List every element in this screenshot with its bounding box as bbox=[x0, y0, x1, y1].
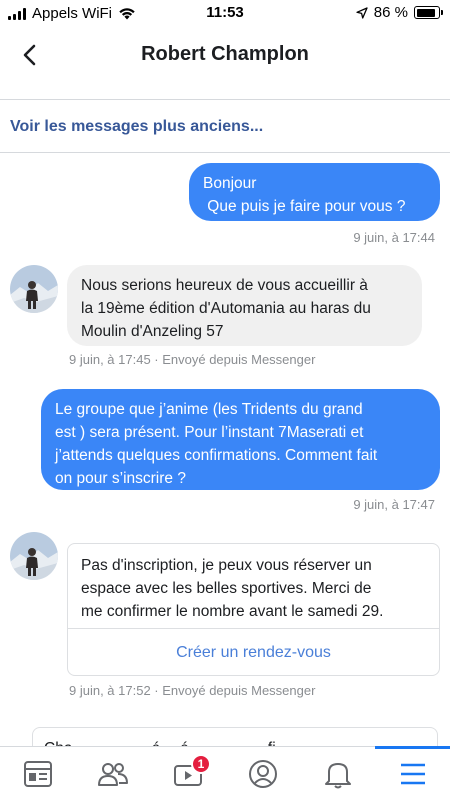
status-bar: Appels WiFi 11:53 86 % bbox=[0, 0, 450, 26]
active-tab-indicator bbox=[375, 746, 450, 749]
older-messages-link[interactable]: Voir les messages plus anciens... bbox=[10, 118, 263, 136]
bell-icon bbox=[324, 763, 351, 789]
tab-notifications[interactable] bbox=[300, 747, 375, 800]
battery-icon bbox=[414, 6, 443, 19]
location-arrow-icon bbox=[356, 6, 368, 19]
page-title: Robert Champlon bbox=[141, 43, 309, 65]
message-line: la 19ème édition d'Automania au haras du bbox=[81, 300, 371, 317]
avatar[interactable] bbox=[10, 265, 58, 313]
tab-menu[interactable] bbox=[375, 746, 450, 800]
message-line: j’attends quelques confirmations. Commen… bbox=[55, 447, 378, 464]
incoming-message-card[interactable]: Pas d'inscription, je peux vous réserver… bbox=[67, 543, 440, 676]
message-line: Moulin d'Anzeling 57 bbox=[81, 323, 224, 340]
message-line: on pour s’inscrire ? bbox=[55, 470, 186, 487]
outgoing-message[interactable]: Bonjour Que puis je faire pour vous ? bbox=[189, 163, 440, 221]
message-timestamp: 9 juin, à 17:45 · Envoyé depuis Messenge… bbox=[69, 352, 316, 367]
message-timestamp: 9 juin, à 17:47 bbox=[353, 497, 435, 512]
notification-badge: 1 bbox=[191, 754, 211, 774]
message-timestamp: 9 juin, à 17:52 · Envoyé depuis Messenge… bbox=[69, 683, 316, 698]
avatar[interactable] bbox=[10, 532, 58, 580]
message-line: Bonjour bbox=[203, 175, 257, 192]
card-text: Pas d'inscription, je peux vous réserver… bbox=[81, 554, 383, 623]
status-right: 86 % bbox=[356, 4, 443, 21]
menu-icon bbox=[400, 763, 425, 785]
incoming-message[interactable]: Nous serions heureux de vous accueillir … bbox=[67, 265, 422, 346]
message-line: espace avec les belles sportives. Merci … bbox=[81, 580, 372, 597]
avatar-photo bbox=[10, 265, 58, 313]
message-line: est ) sera présent. Pour l’instant 7Mase… bbox=[55, 424, 364, 441]
avatar-photo bbox=[10, 532, 58, 580]
header-divider bbox=[0, 99, 450, 100]
message-line: Pas d'inscription, je peux vous réserver… bbox=[81, 557, 372, 574]
tab-friends[interactable] bbox=[75, 747, 150, 800]
tab-news-feed[interactable] bbox=[0, 747, 75, 800]
battery-percent: 86 % bbox=[373, 4, 408, 21]
bottom-nav: 1 bbox=[0, 746, 450, 800]
tab-watch[interactable]: 1 bbox=[150, 747, 225, 800]
profile-icon bbox=[248, 760, 277, 788]
message-line: Nous serions heureux de vous accueillir … bbox=[81, 277, 368, 294]
outgoing-message[interactable]: Le groupe que j’anime (les Tridents du g… bbox=[41, 389, 440, 490]
battery-fill bbox=[416, 8, 435, 17]
message-line: Le groupe que j’anime (les Tridents du g… bbox=[55, 401, 363, 418]
message-line: Que puis je faire pour vous ? bbox=[203, 198, 406, 215]
tab-profile[interactable] bbox=[225, 747, 300, 800]
news-feed-icon bbox=[23, 761, 52, 787]
message-timestamp: 9 juin, à 17:44 bbox=[353, 230, 435, 245]
message-line: me confirmer le nombre avant le samedi 2… bbox=[81, 603, 384, 620]
older-divider bbox=[0, 152, 450, 153]
friends-icon bbox=[97, 763, 128, 786]
create-appointment-button[interactable]: Créer un rendez-vous bbox=[68, 629, 439, 675]
conversation-header: Robert Champlon bbox=[0, 26, 450, 84]
